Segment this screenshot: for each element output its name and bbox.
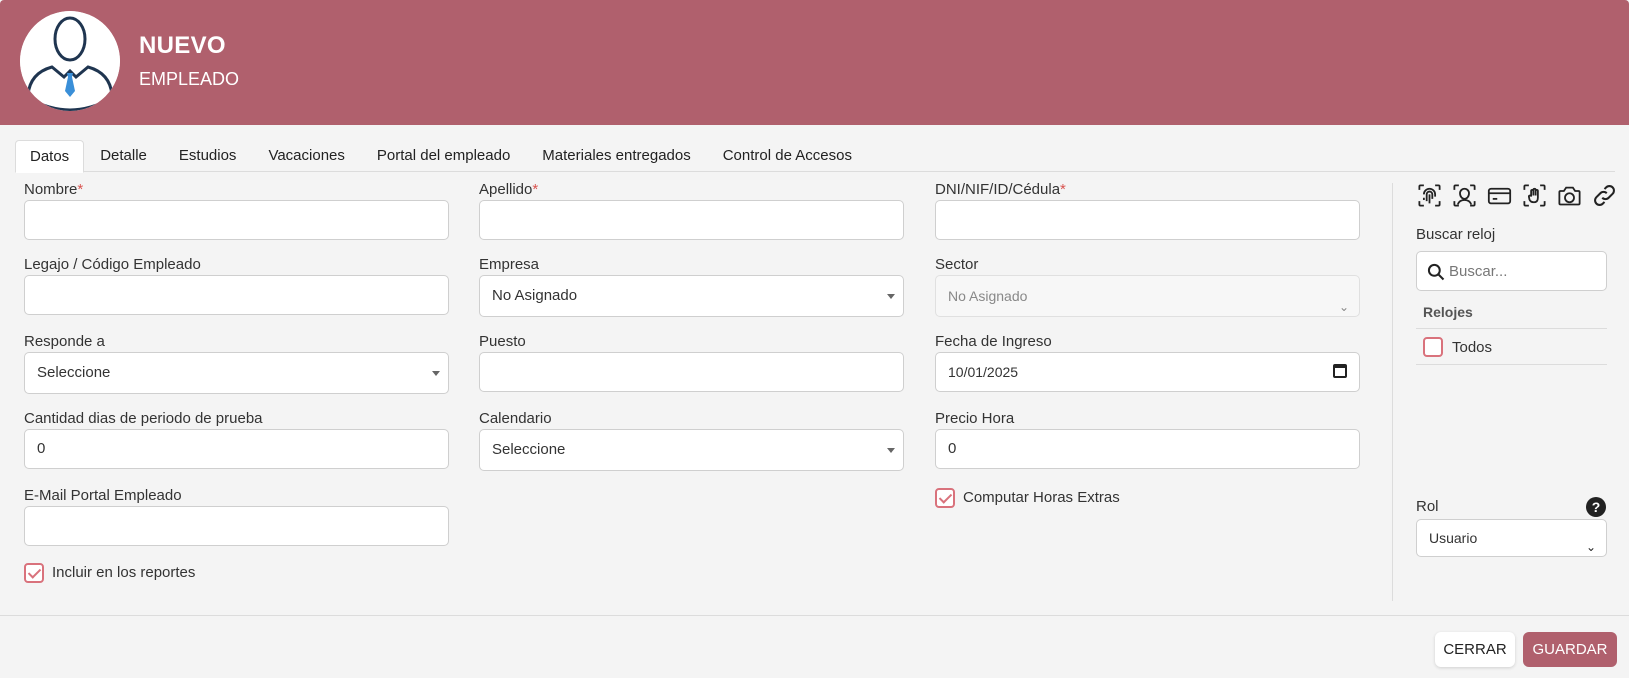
responde-label: Responde a	[24, 333, 105, 350]
dni-label: DNI/NIF/ID/Cédula*	[935, 181, 1066, 198]
fecha-ingreso-value: 10/01/2025	[948, 364, 1019, 380]
search-icon	[1426, 262, 1446, 282]
chevron-down-icon: ⌄	[1585, 540, 1596, 554]
calendario-label: Calendario	[479, 410, 552, 427]
empresa-value: No Asignado	[492, 287, 578, 304]
dias-prueba-input[interactable]: 0	[24, 429, 449, 469]
nombre-input[interactable]	[24, 200, 449, 240]
email-portal-label: E-Mail Portal Empleado	[24, 487, 182, 504]
empresa-select[interactable]: No Asignado	[479, 275, 904, 317]
incluir-reportes-checkbox[interactable]	[24, 563, 44, 583]
responde-select[interactable]: Seleccione	[24, 352, 449, 394]
tab-vacaciones[interactable]: Vacaciones	[252, 140, 360, 172]
caret-down-icon	[887, 294, 895, 299]
nombre-label: Nombre*	[24, 181, 84, 198]
rol-label: Rol	[1416, 498, 1439, 515]
rol-select[interactable]: Usuario ⌄	[1416, 519, 1607, 557]
caret-down-icon	[432, 371, 440, 376]
relojes-heading: Relojes	[1423, 304, 1473, 320]
precio-hora-input[interactable]: 0	[935, 429, 1360, 469]
buscar-reloj-input[interactable]: Buscar...	[1416, 251, 1607, 291]
puesto-input[interactable]	[479, 352, 904, 392]
camera-icon[interactable]	[1556, 182, 1583, 209]
fingerprint-icon[interactable]	[1416, 182, 1443, 209]
face-id-icon[interactable]	[1451, 182, 1478, 209]
incluir-reportes-label: Incluir en los reportes	[52, 564, 196, 581]
search-placeholder: Buscar...	[1449, 263, 1508, 280]
tab-bar: Datos Detalle Estudios Vacaciones Portal…	[15, 140, 1615, 173]
panel-divider	[1392, 183, 1393, 601]
caret-down-icon	[887, 448, 895, 453]
card-icon[interactable]	[1486, 182, 1513, 209]
link-icon[interactable]	[1591, 182, 1618, 209]
footer-divider	[0, 615, 1629, 616]
calendar-icon[interactable]	[1333, 364, 1347, 378]
legajo-input[interactable]	[24, 275, 449, 315]
avatar	[20, 11, 120, 111]
precio-hora-label: Precio Hora	[935, 410, 1015, 427]
tab-control-accesos[interactable]: Control de Accesos	[707, 140, 868, 172]
tab-datos[interactable]: Datos	[15, 140, 85, 173]
tab-estudios[interactable]: Estudios	[163, 140, 253, 172]
page-title: NUEVO	[139, 32, 226, 59]
dias-prueba-label: Cantidad dias de periodo de prueba	[24, 410, 263, 427]
help-icon[interactable]: ?	[1586, 497, 1606, 517]
responde-value: Seleccione	[37, 364, 111, 381]
apellido-label: Apellido*	[479, 181, 539, 198]
rol-value: Usuario	[1429, 530, 1478, 546]
sector-value: No Asignado	[948, 288, 1028, 304]
palm-scan-icon[interactable]	[1521, 182, 1548, 209]
email-portal-input[interactable]	[24, 506, 449, 546]
chevron-down-icon: ⌄	[1338, 300, 1349, 314]
calendario-value: Seleccione	[492, 441, 566, 458]
relojes-divider	[1416, 328, 1607, 329]
puesto-label: Puesto	[479, 333, 526, 350]
sector-label: Sector	[935, 256, 979, 273]
legajo-label: Legajo / Código Empleado	[24, 256, 201, 273]
page-subtitle: EMPLEADO	[139, 69, 240, 89]
modal-header: NUEVO EMPLEADO	[0, 0, 1629, 125]
empresa-label: Empresa	[479, 256, 540, 273]
close-button[interactable]: CERRAR	[1435, 632, 1515, 667]
dni-input[interactable]	[935, 200, 1360, 240]
employee-avatar-icon	[20, 11, 120, 111]
fecha-ingreso-label: Fecha de Ingreso	[935, 333, 1052, 350]
save-button[interactable]: GUARDAR	[1523, 632, 1617, 667]
tab-detalle[interactable]: Detalle	[84, 140, 163, 172]
computar-horas-checkbox[interactable]	[935, 488, 955, 508]
fecha-ingreso-input[interactable]: 10/01/2025	[935, 352, 1360, 392]
todos-label: Todos	[1452, 339, 1493, 356]
apellido-input[interactable]	[479, 200, 904, 240]
buscar-reloj-label: Buscar reloj	[1416, 226, 1496, 243]
calendario-select[interactable]: Seleccione	[479, 429, 904, 471]
tab-portal-empleado[interactable]: Portal del empleado	[361, 140, 526, 172]
sector-select: No Asignado ⌄	[935, 275, 1360, 317]
tab-materiales[interactable]: Materiales entregados	[526, 140, 706, 172]
relojes-bottom-divider	[1416, 364, 1607, 365]
computar-horas-label: Computar Horas Extras	[963, 489, 1120, 506]
todos-checkbox[interactable]	[1423, 337, 1443, 357]
